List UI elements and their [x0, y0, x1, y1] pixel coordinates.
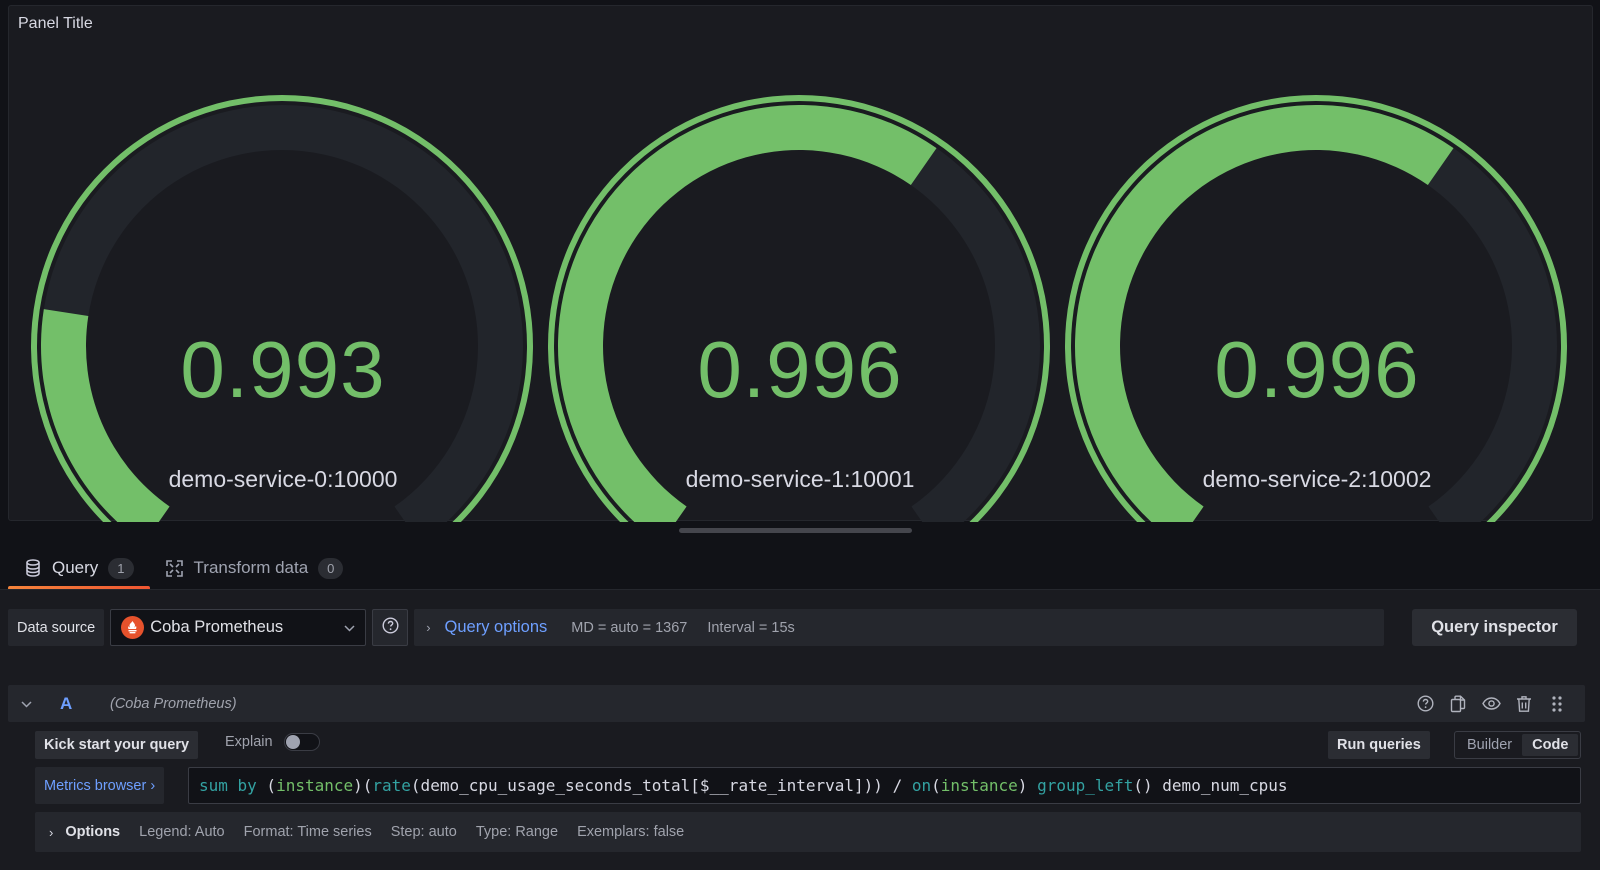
query-row-actions — [1415, 694, 1585, 714]
question-circle-icon — [382, 616, 399, 639]
tab-transform-data[interactable]: Transform data 0 — [150, 548, 360, 588]
drag-handle-icon[interactable] — [1547, 694, 1567, 714]
code-token: on — [911, 776, 932, 795]
collapse-query-button[interactable] — [8, 697, 44, 711]
datasource-help-button[interactable] — [372, 609, 409, 646]
chevron-down-icon — [20, 700, 32, 708]
tab-transform-label: Transform data — [193, 558, 309, 577]
chevron-right-icon: › — [426, 620, 431, 635]
chevron-right-icon: › — [49, 824, 54, 840]
query-options-summary[interactable]: › Options Legend: Auto Format: Time seri… — [35, 812, 1581, 852]
gauge-svg — [31, 95, 533, 522]
datasource-label: Data source — [8, 609, 105, 646]
datasource-row: Data source Coba Prometheus › Query opti… — [8, 609, 1385, 646]
options-title[interactable]: Options — [65, 824, 120, 840]
prometheus-icon — [121, 616, 145, 639]
gauge-label: demo-service-0:10000 — [168, 466, 398, 492]
panel-resize-handle[interactable] — [679, 528, 912, 533]
code-token: (demo_cpu_usage_seconds_total[$__rate_in… — [410, 776, 912, 795]
database-icon — [24, 559, 42, 577]
run-queries-button[interactable]: Run queries — [1328, 731, 1430, 759]
tab-query[interactable]: Query 1 — [8, 548, 150, 590]
gauge-value: 0.996 — [697, 325, 903, 414]
question-circle-icon[interactable] — [1415, 694, 1435, 714]
explain-toggle-group: Explain — [225, 733, 320, 751]
trash-icon[interactable] — [1514, 694, 1534, 714]
explain-label: Explain — [225, 734, 273, 750]
option-type: Type: Range — [475, 824, 559, 840]
query-options-bar[interactable]: › Query options MD = auto = 1367 Interva… — [414, 609, 1385, 646]
gauge-label: demo-service-1:10001 — [685, 466, 915, 492]
gauge-2: 0.996 demo-service-2:10002 — [1053, 6, 1581, 522]
code-token: ) — [1017, 776, 1038, 795]
code-token: sum by — [199, 776, 257, 795]
tab-transform-count: 0 — [318, 557, 344, 579]
max-data-points: MD = auto = 1367 — [571, 619, 688, 636]
gauge-1: 0.996 demo-service-1:10001 — [536, 6, 1064, 522]
mode-builder[interactable]: Builder — [1457, 734, 1522, 756]
code-token: group_left — [1037, 776, 1134, 795]
code-token: ( — [256, 776, 277, 795]
eye-icon[interactable] — [1481, 694, 1501, 714]
option-format: Format: Time series — [243, 824, 372, 840]
transform-icon — [166, 559, 184, 577]
copy-icon[interactable] — [1448, 694, 1468, 714]
code-token: instance — [276, 776, 354, 795]
editor-tabs: Query 1 Transform data 0 — [8, 548, 360, 590]
gauge-fill — [557, 104, 937, 522]
editor-mode-switch: Builder Code — [1454, 731, 1582, 759]
option-step: Step: auto — [390, 824, 457, 840]
code-token: )( — [353, 776, 373, 795]
gauge-fill — [1074, 104, 1454, 522]
promql-query-input[interactable]: sum by (instance)(rate (demo_cpu_usage_se… — [188, 767, 1581, 804]
interval-value: Interval = 15s — [707, 619, 795, 636]
gauge-label: demo-service-2:10002 — [1202, 466, 1432, 492]
tab-query-count: 1 — [108, 557, 134, 579]
code-token: rate — [372, 776, 411, 795]
gauge-svg — [548, 95, 1050, 522]
code-token: instance — [940, 776, 1018, 795]
gauges-container: 0.993 demo-service-0:10000 0.996 demo-servi… — [9, 6, 1592, 522]
gauge-panel: Panel Title 0.993 demo-service-0:10000 0.9… — [8, 5, 1593, 522]
metrics-browser-button[interactable]: Metrics browser › — [35, 767, 165, 804]
query-row-header: A (Coba Prometheus) — [8, 685, 1585, 722]
gauge-value: 0.993 — [180, 325, 386, 414]
query-ref-id[interactable]: A — [44, 694, 108, 714]
gauge-0: 0.993 demo-service-0:10000 — [19, 6, 547, 522]
gauge-svg — [1065, 95, 1567, 522]
tab-query-label: Query — [52, 558, 99, 577]
gauge-value: 0.996 — [1214, 325, 1420, 414]
query-inspector-button[interactable]: Query inspector — [1412, 609, 1577, 646]
kick-start-query-button[interactable]: Kick start your query — [35, 731, 199, 759]
code-token: () demo_num_cpus — [1133, 776, 1288, 795]
query-datasource-name: (Coba Prometheus) — [110, 695, 237, 712]
option-legend: Legend: Auto — [139, 824, 225, 840]
mode-code[interactable]: Code — [1522, 734, 1579, 756]
datasource-picker[interactable]: Coba Prometheus — [110, 609, 367, 646]
chevron-down-icon — [344, 621, 355, 635]
datasource-selected: Coba Prometheus — [150, 618, 284, 636]
explain-toggle[interactable] — [283, 733, 320, 751]
query-options-title[interactable]: Query options — [445, 618, 548, 637]
code-token: ( — [931, 776, 941, 795]
option-exemplars: Exemplars: false — [577, 824, 685, 840]
